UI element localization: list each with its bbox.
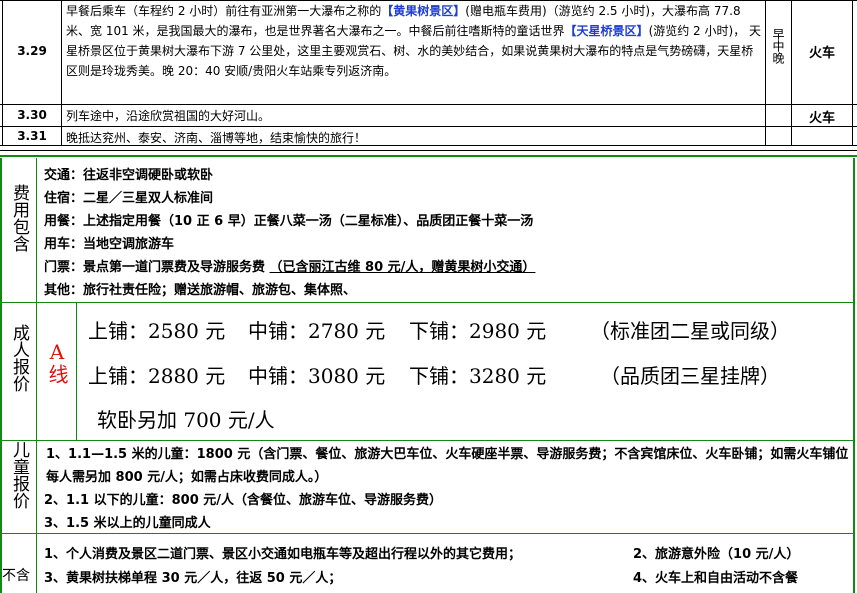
soft-sleeper-surcharge: 软卧另加 700 元/人 bbox=[97, 408, 275, 432]
row-transport: 火车 bbox=[808, 111, 835, 126]
row-description: 晚抵达兖州、泰安、济南、淄博等地，结束愉快的旅行！ bbox=[66, 131, 367, 145]
price-upper-standard: 上铺：2580 元 bbox=[88, 319, 226, 343]
price-lower-quality: 下铺：3280 元 bbox=[409, 364, 547, 388]
excluded-item: 2、旅游意外险（10 元/人） bbox=[633, 547, 800, 562]
tickets-note: （已含丽江古维 80 元/人，赠黄果树小交通） bbox=[269, 260, 536, 275]
included-item: 用餐：上述指定用餐（10 正 6 早）正餐八菜一汤（二星标准）、品质团正餐十菜一… bbox=[44, 214, 534, 229]
price-upper-quality: 上铺：2880 元 bbox=[88, 364, 226, 388]
price-lower-standard: 下铺：2980 元 bbox=[409, 319, 547, 343]
child-price-label: 儿童报价 bbox=[9, 441, 29, 509]
tickets-text: 门票：景点第一道门票费及导游服务费 bbox=[44, 260, 270, 275]
child-price-item: 2、1.1 以下的儿童：800 元/人（含餐位、旅游车位、导游服务费） bbox=[44, 493, 443, 508]
row-date: 3.30 bbox=[17, 108, 47, 122]
included-label: 费用包含 bbox=[9, 184, 29, 252]
included-item-tickets: 门票：景点第一道门票费及导游服务费 （已含丽江古维 80 元/人，赠黄果树小交通… bbox=[44, 256, 535, 279]
price-middle-quality: 中铺：3080 元 bbox=[248, 364, 386, 388]
child-price-item: 3、1.5 米以上的儿童同成人 bbox=[44, 516, 211, 531]
included-list: 交通：往返非空调硬卧或软卧 住宿：二星／三星双人标准间 用餐：上述指定用餐（10… bbox=[44, 164, 535, 302]
row-meals: 早中晚 bbox=[771, 28, 785, 64]
row-description: 早餐后乘车（车程约 2 小时）前往有亚洲第一大瀑布之称的【黄果树景区】(赠电瓶车… bbox=[66, 1, 762, 81]
child-price-item: 1、1.1—1.5 米的儿童：1800 元（含门票、餐位、旅游大巴车位、火车硬座… bbox=[46, 447, 849, 485]
excluded-item: 3、黄果树扶梯单程 30 元／人，往返 50 元／人； bbox=[44, 571, 342, 586]
included-item: 用车：当地空调旅游车 bbox=[44, 237, 175, 252]
included-item: 住宿：二星／三星双人标准间 bbox=[44, 191, 214, 206]
price-note-standard: （标准团二星或同级） bbox=[590, 319, 790, 343]
row-date: 3.31 bbox=[17, 129, 47, 143]
row-date: 3.29 bbox=[17, 44, 47, 58]
excluded-item: 1、个人消费及景区二道门票、景区小交通如电瓶车等及超出行程以外的其它费用； bbox=[44, 547, 522, 562]
price-middle-standard: 中铺：2780 元 bbox=[248, 319, 386, 343]
included-item: 交通：往返非空调硬卧或软卧 bbox=[44, 168, 214, 183]
route-label: A线 bbox=[45, 340, 69, 384]
description-text: 早餐后乘车（车程约 2 小时）前往有亚洲第一大瀑布之称的 bbox=[66, 4, 382, 18]
scenic-spot-tianxingqiao: 【天星桥景区】 bbox=[564, 24, 649, 38]
itinerary-table: 3.29 早餐后乘车（车程约 2 小时）前往有亚洲第一大瀑布之称的【黄果树景区】… bbox=[0, 0, 857, 146]
adult-price-label: 成人报价 bbox=[9, 324, 29, 392]
price-note-quality: （品质团三星挂牌） bbox=[600, 364, 780, 388]
child-price-list: 1、1.1—1.5 米的儿童：1800 元（含门票、餐位、旅游大巴车位、火车硬座… bbox=[44, 443, 850, 535]
excluded-label: 不含 bbox=[2, 568, 30, 584]
scenic-spot-huangguoshu: 【黄果树景区】 bbox=[381, 4, 466, 18]
included-item: 其他：旅行社责任险；赠送旅游帽、旅游包、集体照、 bbox=[44, 283, 357, 298]
row-description: 列车途中，沿途欣赏祖国的大好河山。 bbox=[66, 109, 271, 123]
row-transport: 火车 bbox=[808, 46, 835, 61]
excluded-item: 4、火车上和自由活动不含餐 bbox=[633, 571, 799, 586]
